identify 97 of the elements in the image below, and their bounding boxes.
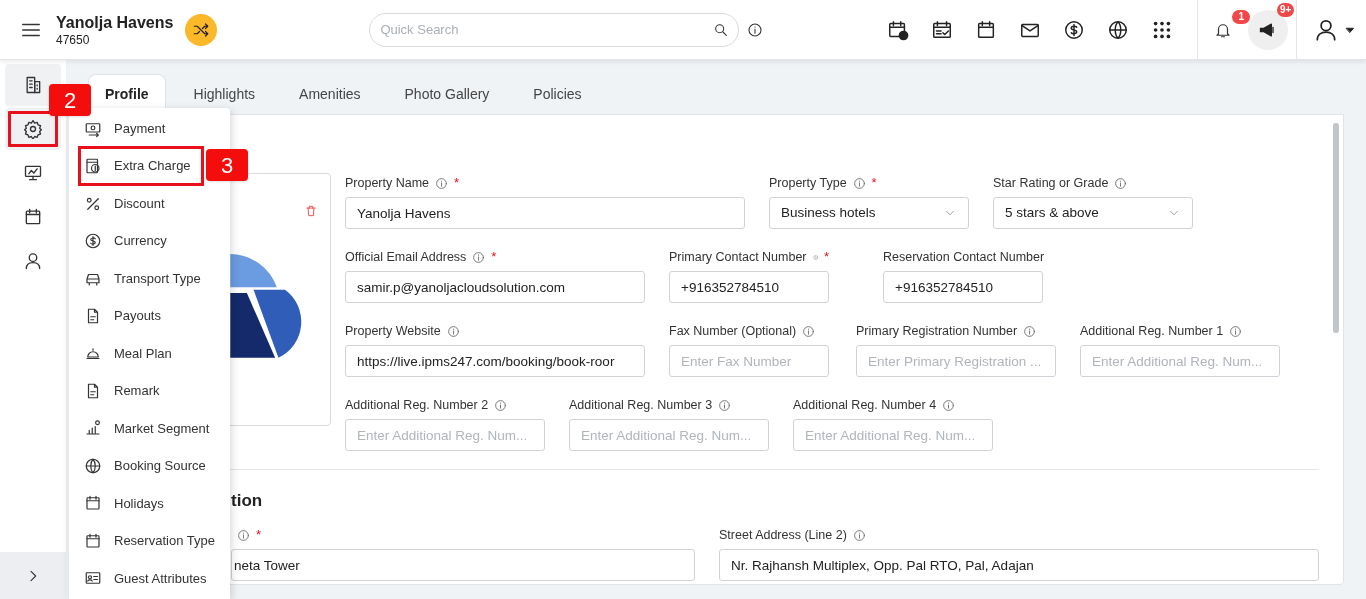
input-field[interactable]: +916352784510 <box>669 271 829 303</box>
input-field[interactable]: neta Tower <box>231 549 695 581</box>
info-icon <box>494 398 508 412</box>
info-icon <box>802 324 816 338</box>
field-label: Property Website <box>345 322 441 340</box>
input-field[interactable]: https://live.ipms247.com/booking/book-roor <box>345 345 645 377</box>
select-field[interactable]: Business hotels <box>769 197 969 229</box>
menu-item[interactable]: Remark <box>81 374 170 408</box>
section-heading: tion <box>231 490 264 512</box>
notification-badge: 1 <box>1232 9 1250 24</box>
info-button[interactable] <box>747 21 764 38</box>
info-icon <box>852 176 866 190</box>
menu-item[interactable]: Booking Source <box>81 449 216 483</box>
field-label: Additional Reg. Number 2 <box>345 396 489 414</box>
info-icon <box>435 176 449 190</box>
input-field[interactable]: Nr. Rajhansh Multiplex, Opp. Pal RTO, Pal, Adajan <box>719 549 1319 581</box>
dollar-icon <box>1063 18 1086 41</box>
receipt-icon <box>84 157 102 176</box>
calendar-icon <box>23 207 43 227</box>
input-field[interactable]: samir.p@yanoljacloudsolution.com <box>345 271 645 303</box>
toolbar-button[interactable] <box>1107 18 1130 41</box>
menu-item[interactable]: Payouts <box>81 299 171 333</box>
calendar-icon <box>84 494 102 513</box>
required-mark: * <box>454 174 460 193</box>
menu-item[interactable]: Extra Charge <box>81 149 201 183</box>
info-icon <box>472 250 486 264</box>
required-mark: * <box>823 248 829 267</box>
property-code: 47650 <box>56 32 91 47</box>
field-label: Property Name <box>345 174 430 192</box>
scrollbar-thumb[interactable] <box>1333 123 1339 333</box>
toolbar-button[interactable] <box>1063 18 1086 41</box>
globe-icon <box>84 456 102 475</box>
required-mark: * <box>256 526 262 545</box>
step-tooltip: 3 <box>206 149 248 181</box>
step-tooltip: 2 <box>49 84 91 116</box>
input-field[interactable]: Yanolja Havens <box>345 197 745 229</box>
info-icon <box>747 21 764 38</box>
field-label: Reservation Contact Number <box>883 248 1045 266</box>
field-label: Additional Reg. Number 1 <box>1080 322 1224 340</box>
menu-item[interactable]: Currency <box>81 224 177 258</box>
field-label: Star Rating or Grade <box>993 174 1109 192</box>
menu-item[interactable]: Guest Attributes <box>81 561 217 596</box>
field-label: Additional Reg. Number 4 <box>793 396 937 414</box>
field-label: Primary Contact Number <box>669 248 807 266</box>
info-icon <box>718 398 732 412</box>
rail-button[interactable] <box>5 108 61 150</box>
field-label: Additional Reg. Number 3 <box>569 396 713 414</box>
field-label: Fax Number (Optional) <box>669 322 797 340</box>
calendar-check-icon <box>931 18 954 41</box>
globe-icon <box>1107 18 1130 41</box>
input-field[interactable]: Enter Additional Reg. Num... <box>569 419 769 451</box>
input-field[interactable]: +916352784510 <box>883 271 1043 303</box>
input-field[interactable]: Enter Additional Reg. Num... <box>345 419 545 451</box>
menu-item[interactable]: Transport Type <box>81 261 211 296</box>
search-field[interactable]: Quick Search <box>369 12 740 47</box>
info-icon <box>1023 324 1037 338</box>
monitor-icon <box>23 163 43 183</box>
field-label: Street Address (Line 2) <box>719 526 847 544</box>
property-name: Yanolja Havens <box>56 12 174 33</box>
tab[interactable]: Photo Gallery <box>388 74 506 114</box>
required-mark: * <box>871 174 877 193</box>
info-icon <box>1229 324 1243 338</box>
field-label: Primary Registration Number <box>856 322 1018 340</box>
menu-item[interactable]: Discount <box>81 186 175 221</box>
toolbar-button[interactable] <box>931 18 954 41</box>
tab[interactable]: Amenities <box>283 74 377 114</box>
shuffle-icon <box>192 20 211 39</box>
trash-icon <box>304 204 318 218</box>
info-icon <box>1114 176 1128 190</box>
info-icon <box>942 398 956 412</box>
tab[interactable]: Policies <box>517 74 598 114</box>
input-field[interactable]: Enter Fax Number <box>669 345 829 377</box>
input-field[interactable]: Enter Additional Reg. Num... <box>793 419 993 451</box>
tab[interactable]: Highlights <box>177 74 272 114</box>
menu-item[interactable]: Reservation Type <box>81 524 225 558</box>
bar-chart-icon <box>84 419 102 438</box>
select-field[interactable]: 5 stars & above <box>993 197 1193 229</box>
dollar-icon <box>84 232 102 251</box>
switch-property-button[interactable] <box>185 13 218 46</box>
menu-item[interactable]: Meal Plan <box>81 336 182 371</box>
settings-icon <box>23 119 43 139</box>
calendar-icon <box>84 531 102 550</box>
input-field[interactable]: Enter Primary Registration ... <box>856 345 1056 377</box>
info-icon <box>237 528 250 542</box>
user-icon <box>23 251 43 271</box>
input-field[interactable]: Enter Additional Reg. Num... <box>1080 345 1280 377</box>
info-icon <box>446 324 460 338</box>
announcement-badge: 9+ <box>1277 2 1295 17</box>
search-icon <box>713 21 730 38</box>
info-icon <box>852 528 866 542</box>
field-label: Property Type <box>769 174 847 192</box>
menu-item[interactable]: Market Segment <box>81 411 220 446</box>
menu-item[interactable]: Holidays <box>81 486 174 521</box>
field-label: Official Email Address <box>345 248 467 266</box>
required-mark: * <box>491 248 497 267</box>
calendar-add-icon <box>887 18 910 41</box>
toolbar-button[interactable] <box>887 18 910 41</box>
